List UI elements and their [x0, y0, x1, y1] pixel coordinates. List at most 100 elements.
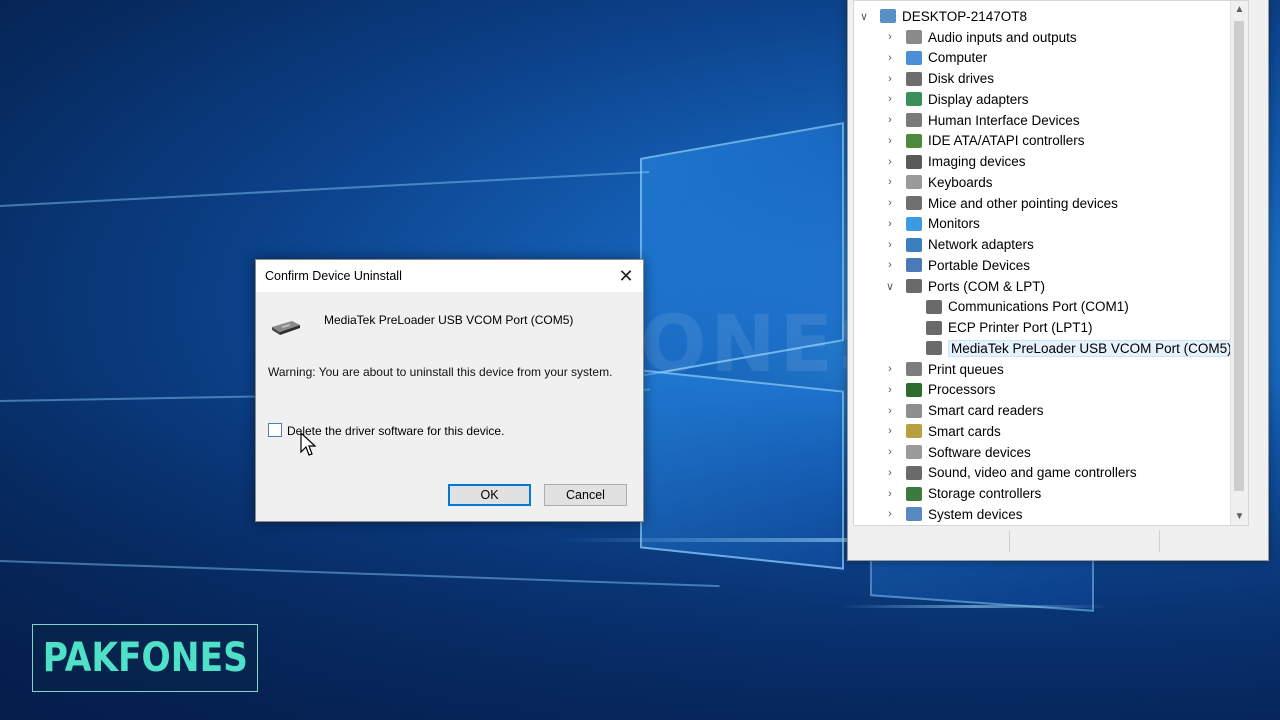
chevron-right-icon[interactable]: ›	[884, 259, 896, 271]
hid-icon	[906, 113, 922, 127]
sound-icon	[906, 465, 922, 480]
tree-item-label: Network adapters	[928, 237, 1034, 252]
chevron-right-icon[interactable]: ›	[884, 446, 896, 458]
device-manager-window: ∨ DESKTOP-2147OT8 › Audio inputs and outp…	[847, 0, 1269, 561]
tree-item-label: Smart cards	[928, 423, 1001, 439]
computer-icon	[880, 9, 896, 23]
pakfones-logo-badge: PAKFONES	[32, 624, 258, 692]
chevron-right-icon[interactable]: ›	[884, 218, 896, 230]
chevron-right-icon[interactable]: ›	[884, 73, 896, 85]
usb-port-device-icon	[272, 321, 300, 335]
network-adapter-icon	[906, 237, 922, 252]
chevron-right-icon[interactable]: ›	[884, 176, 896, 188]
delete-driver-checkbox[interactable]	[268, 423, 282, 437]
software-device-icon	[906, 445, 922, 459]
tree-item-label: Ports (COM & LPT)	[928, 278, 1046, 294]
tree-item-label: Display adapters	[928, 91, 1029, 107]
tree-category-item[interactable]: › Audio inputs and outputs	[884, 27, 1077, 47]
tree-category-item[interactable]: › Disk drives	[884, 69, 994, 89]
portable-device-icon	[906, 258, 922, 273]
chevron-right-icon[interactable]: ›	[884, 405, 896, 417]
scroll-up-icon[interactable]: ▲	[1231, 1, 1248, 18]
tree-item-label: Imaging devices	[928, 154, 1026, 169]
light-beam	[840, 605, 1110, 608]
vertical-scrollbar[interactable]: ▲ ▼	[1230, 1, 1248, 525]
chevron-right-icon[interactable]: ›	[884, 114, 896, 126]
status-bar	[853, 527, 1263, 555]
smart-card-icon	[906, 424, 922, 439]
tree-item-label: Storage controllers	[928, 486, 1042, 501]
chevron-right-icon[interactable]: ›	[884, 384, 896, 396]
tree-category-item[interactable]: › Display adapters	[884, 89, 1029, 109]
tree-child-item[interactable]: ECP Printer Port (LPT1)	[926, 318, 1093, 338]
tree-item-label: Audio inputs and outputs	[928, 29, 1077, 45]
tree-item-label: IDE ATA/ATAPI controllers	[928, 133, 1085, 149]
chevron-down-icon[interactable]: ∨	[884, 280, 896, 293]
chevron-right-icon[interactable]: ›	[884, 363, 896, 375]
chevron-right-icon[interactable]: ›	[884, 239, 896, 251]
chevron-right-icon[interactable]: ›	[884, 156, 896, 168]
tree-category-item[interactable]: › Mice and other pointing devices	[884, 193, 1118, 213]
chevron-right-icon[interactable]: ›	[884, 197, 896, 209]
tree-item-label: Sound, video and game controllers	[928, 465, 1137, 481]
tree-category-item[interactable]: ∨ Ports (COM & LPT)	[884, 276, 1045, 296]
tree-category-item[interactable]: › Processors	[884, 380, 995, 400]
tree-child-item[interactable]: Communications Port (COM1)	[926, 297, 1129, 317]
chevron-down-icon[interactable]: ∨	[858, 10, 870, 23]
chevron-right-icon[interactable]: ›	[884, 488, 896, 500]
tree-category-item[interactable]: › Sound, video and game controllers	[884, 463, 1137, 483]
tree-item-label: System devices	[928, 506, 1023, 522]
port-icon	[906, 279, 922, 293]
tree-category-item[interactable]: › Network adapters	[884, 235, 1034, 255]
chevron-right-icon[interactable]: ›	[884, 93, 896, 105]
tree-item-label: Computer	[928, 50, 988, 66]
chevron-right-icon[interactable]: ›	[884, 135, 896, 147]
tree-category-item[interactable]: › Human Interface Devices	[884, 110, 1080, 130]
tree-item-label: Keyboards	[928, 174, 993, 190]
tree-category-item[interactable]: › Imaging devices	[884, 152, 1026, 172]
smart-card-reader-icon	[906, 403, 922, 418]
tree-category-item[interactable]: › System devices	[884, 504, 1023, 524]
tree-category-item[interactable]: › Print queues	[884, 359, 1004, 379]
chevron-right-icon[interactable]: ›	[884, 52, 896, 64]
tree-category-item[interactable]: › Software devices	[884, 442, 1031, 462]
chevron-right-icon[interactable]: ›	[884, 425, 896, 437]
tree-category-item[interactable]: › Smart cards	[884, 421, 1001, 441]
delete-driver-checkbox-label[interactable]: Delete the driver software for this devi…	[287, 424, 504, 438]
close-icon[interactable]: ✕	[609, 260, 643, 292]
device-name-label: MediaTek PreLoader USB VCOM Port (COM5)	[324, 313, 574, 327]
pakfones-logo-text: PAKFONES	[42, 635, 248, 681]
light-ray	[0, 170, 650, 207]
chevron-right-icon[interactable]: ›	[884, 467, 896, 479]
tree-child-item[interactable]: MediaTek PreLoader USB VCOM Port (COM5)	[926, 338, 1235, 358]
scroll-down-icon[interactable]: ▼	[1231, 508, 1248, 525]
monitor-icon	[906, 216, 922, 231]
speaker-icon	[906, 30, 922, 44]
tree-root-label: DESKTOP-2147OT8	[902, 8, 1028, 24]
chevron-right-icon[interactable]: ›	[884, 508, 896, 520]
camera-icon	[906, 154, 922, 169]
tree-category-item[interactable]: › Computer	[884, 48, 987, 68]
scrollbar-thumb[interactable]	[1234, 21, 1244, 491]
tree-category-item[interactable]: › Monitors	[884, 214, 980, 234]
tree-item-label: ECP Printer Port (LPT1)	[948, 320, 1093, 335]
disk-drive-icon	[906, 71, 922, 86]
chevron-right-icon[interactable]: ›	[884, 31, 896, 43]
status-bar-divider	[1009, 530, 1010, 552]
cancel-button[interactable]: Cancel	[544, 484, 627, 506]
tree-item-label: Monitors	[928, 216, 980, 232]
tree-item-label: Smart card readers	[928, 403, 1044, 418]
tree-item-label: Human Interface Devices	[928, 112, 1080, 128]
tree-root[interactable]: ∨ DESKTOP-2147OT8	[858, 6, 1027, 26]
mouse-icon	[906, 196, 922, 210]
tree-category-item[interactable]: › Keyboards	[884, 172, 993, 192]
display-adapter-icon	[906, 92, 922, 107]
status-bar-divider	[1159, 530, 1160, 552]
ok-button[interactable]: OK	[448, 484, 531, 506]
tree-category-item[interactable]: › Smart card readers	[884, 401, 1044, 421]
tree-category-item[interactable]: › IDE ATA/ATAPI controllers	[884, 131, 1085, 151]
tree-category-item[interactable]: › Portable Devices	[884, 255, 1030, 275]
device-tree[interactable]: ∨ DESKTOP-2147OT8 › Audio inputs and outp…	[853, 0, 1249, 526]
tree-category-item[interactable]: › Storage controllers	[884, 484, 1041, 504]
port-icon	[926, 341, 942, 356]
